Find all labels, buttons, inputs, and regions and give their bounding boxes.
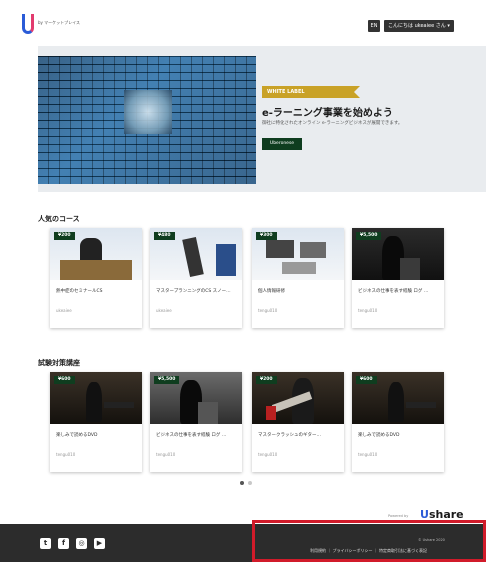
course-title: ビジネスの仕事を表す経験 ログ … — [358, 289, 429, 294]
course-title: 楽しみで読めるDVD — [56, 433, 98, 438]
course-title: 個人情報研修 — [258, 289, 285, 294]
course-title: マスタープランニングのCS スノー… — [156, 289, 231, 294]
highlight-annotation-box — [252, 520, 486, 562]
course-author: ukeaiee — [156, 308, 172, 313]
course-title: ビジネスの仕事を表す経験 ログ … — [156, 433, 227, 438]
price-badge: ¥5,500 — [154, 376, 180, 384]
hero-image — [38, 56, 256, 184]
course-author: ukeaiee — [56, 308, 72, 313]
course-author: tengu010 — [56, 452, 76, 457]
price-badge: ¥600 — [356, 376, 377, 384]
course-card[interactable]: ¥600 楽しみで読めるDVD tengu010 — [352, 372, 444, 472]
youtube-icon[interactable]: ▶ — [94, 538, 105, 549]
course-card[interactable]: ¥600 楽しみで読めるDVD tengu010 — [50, 372, 142, 472]
price-badge: ¥5,500 — [356, 232, 382, 240]
course-author: tengu010 — [258, 308, 278, 313]
course-card[interactable]: ¥200 マスタークラッシュのギター… tengu010 — [252, 372, 344, 472]
price-badge: ¥480 — [154, 232, 175, 240]
course-card[interactable]: ¥480 マスタープランニングのCS スノー… ukeaiee — [150, 228, 242, 328]
user-menu-button[interactable]: こんにちは ukeaiee さん ▾ — [384, 20, 454, 32]
course-card[interactable]: ¥5,500 ビジネスの仕事を表す経験 ログ … tengu010 — [150, 372, 242, 472]
hero-title: e-ラーニング事業を始めよう — [262, 108, 393, 119]
hero-label: WHITE LABEL — [262, 86, 360, 98]
instagram-icon[interactable]: ◎ — [76, 538, 87, 549]
course-card[interactable]: ¥5,500 ビジネスの仕事を表す経験 ログ … tengu010 — [352, 228, 444, 328]
course-title: 熱中症のセミナールCS — [56, 289, 103, 294]
course-card[interactable]: ¥300 個人情報研修 tengu010 — [252, 228, 344, 328]
course-card[interactable]: ¥200 熱中症のセミナールCS ukeaiee — [50, 228, 142, 328]
pagination-dot[interactable] — [248, 481, 252, 485]
hero-cta-button[interactable]: Uberonese — [262, 138, 302, 150]
hero-subtitle: 御社に特化されたオンライン e-ラーニングビジネスが展開できます。 — [262, 121, 403, 126]
price-badge: ¥300 — [256, 232, 277, 240]
course-author: tengu010 — [358, 452, 378, 457]
logo-mark-icon — [22, 14, 34, 34]
course-author: tengu010 — [358, 308, 378, 313]
section-title-popular: 人気のコース — [38, 215, 80, 223]
pagination-dot-active[interactable] — [240, 481, 244, 485]
logo-text: by マーケットプレイス — [38, 20, 81, 25]
twitter-icon[interactable]: t — [40, 538, 51, 549]
price-badge: ¥600 — [54, 376, 75, 384]
price-badge: ¥200 — [256, 376, 277, 384]
language-button[interactable]: EN — [368, 20, 380, 32]
facebook-icon[interactable]: f — [58, 538, 69, 549]
section-title-exam: 試験対策講座 — [38, 359, 80, 367]
site-logo[interactable]: by マーケットプレイス — [22, 14, 92, 36]
course-author: tengu010 — [258, 452, 278, 457]
course-author: tengu010 — [156, 452, 176, 457]
price-badge: ¥200 — [54, 232, 75, 240]
site-header: by マーケットプレイス EN こんにちは ukeaiee さん ▾ — [0, 0, 486, 48]
course-title: マスタークラッシュのギター… — [258, 433, 321, 438]
powered-by-label: Powered by — [388, 514, 409, 518]
course-title: 楽しみで読めるDVD — [358, 433, 400, 438]
